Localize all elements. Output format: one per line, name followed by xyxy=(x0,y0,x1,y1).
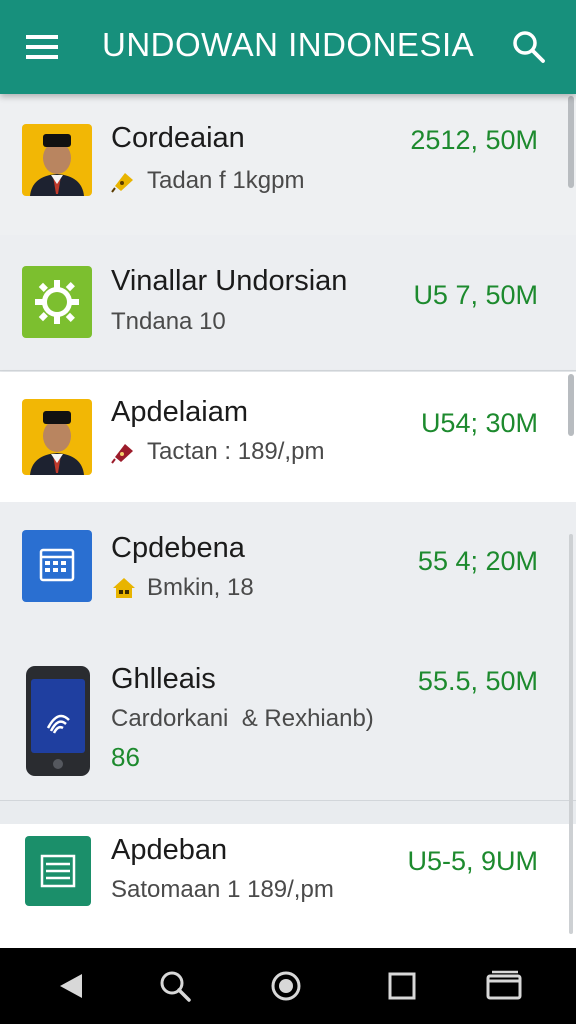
item-subtitle: Tactan : 189/,pm xyxy=(147,438,325,465)
item-subtitle: Bmkin, 18 xyxy=(147,574,254,601)
tag-icon xyxy=(111,439,137,465)
item-name: Apdelaiam xyxy=(111,396,249,428)
scrollbar-thumb[interactable] xyxy=(568,374,574,436)
list-item[interactable]: Cpdebena Bmkin, 18 55 4; 20M xyxy=(0,502,576,640)
item-name: Cpdebena xyxy=(111,532,245,564)
home-icon xyxy=(111,575,137,601)
item-subtitle: Tadan f 1kgpm xyxy=(147,167,305,194)
item-amount: U54; 30M xyxy=(420,408,538,438)
item-subtitle: Satomaan 1 189/,pm xyxy=(111,876,334,903)
back-icon[interactable] xyxy=(52,966,92,1006)
item-amount: 55.5, 50M xyxy=(417,666,538,696)
calendar-icon xyxy=(22,530,92,602)
tag-icon xyxy=(111,168,137,194)
app-bar: UNDOWAN INDONESIA xyxy=(0,0,576,94)
list-item[interactable]: Ghlleais Cardorkani & Rexhianb) 86 55.5,… xyxy=(0,639,576,801)
item-amount: 55 4; 20M xyxy=(417,546,538,576)
item-subtitle-row: Tadan f 1kgpm xyxy=(111,167,304,195)
item-extra: 86 xyxy=(111,742,140,772)
list-item[interactable]: Cordeaian Tadan f 1kgpm 2512, 50M xyxy=(0,94,576,236)
item-name: Cordeaian xyxy=(111,122,245,154)
search-icon[interactable] xyxy=(155,966,195,1006)
list-item[interactable]: Apdelaiam Tactan : 189/,pm U54; 30M xyxy=(0,372,576,503)
search-icon[interactable] xyxy=(510,28,548,66)
app-title: UNDOWAN INDONESIA xyxy=(102,26,475,63)
list-item[interactable]: Apdeban Satomaan 1 189/,pm U5-5, 9UM xyxy=(0,824,576,948)
item-amount: U5-5, 9UM xyxy=(407,846,538,876)
item-list: Cordeaian Tadan f 1kgpm 2512, 50M Vinall… xyxy=(0,94,576,948)
system-navigation-bar xyxy=(0,948,576,1024)
portrait-icon xyxy=(22,399,92,475)
home-icon[interactable] xyxy=(266,966,306,1006)
gear-icon xyxy=(22,266,92,338)
scrollbar[interactable] xyxy=(568,96,574,188)
item-name: Vinallar Undorsian xyxy=(111,265,348,297)
recents-icon[interactable] xyxy=(382,966,422,1006)
item-subtitle-row: Bmkin, 18 xyxy=(111,574,254,602)
item-name: Apdeban xyxy=(111,834,228,866)
item-amount: 2512, 50M xyxy=(410,125,538,155)
item-name: Ghlleais xyxy=(111,663,216,695)
item-subtitle: Cardorkani & Rexhianb) xyxy=(111,705,374,732)
document-icon xyxy=(25,836,91,906)
list-item[interactable]: Vinallar Undorsian Tndana 10 U5 7, 50M xyxy=(0,235,576,371)
menu-icon[interactable] xyxy=(24,31,64,63)
phone-icon xyxy=(25,665,91,777)
item-subtitle: Tndana 10 xyxy=(111,308,226,335)
scrollbar-track-lower xyxy=(569,534,573,934)
portrait-icon xyxy=(22,124,92,196)
window-icon[interactable] xyxy=(484,966,524,1006)
item-amount: U5 7, 50M xyxy=(413,280,538,310)
item-subtitle-row: Tactan : 189/,pm xyxy=(111,438,324,466)
